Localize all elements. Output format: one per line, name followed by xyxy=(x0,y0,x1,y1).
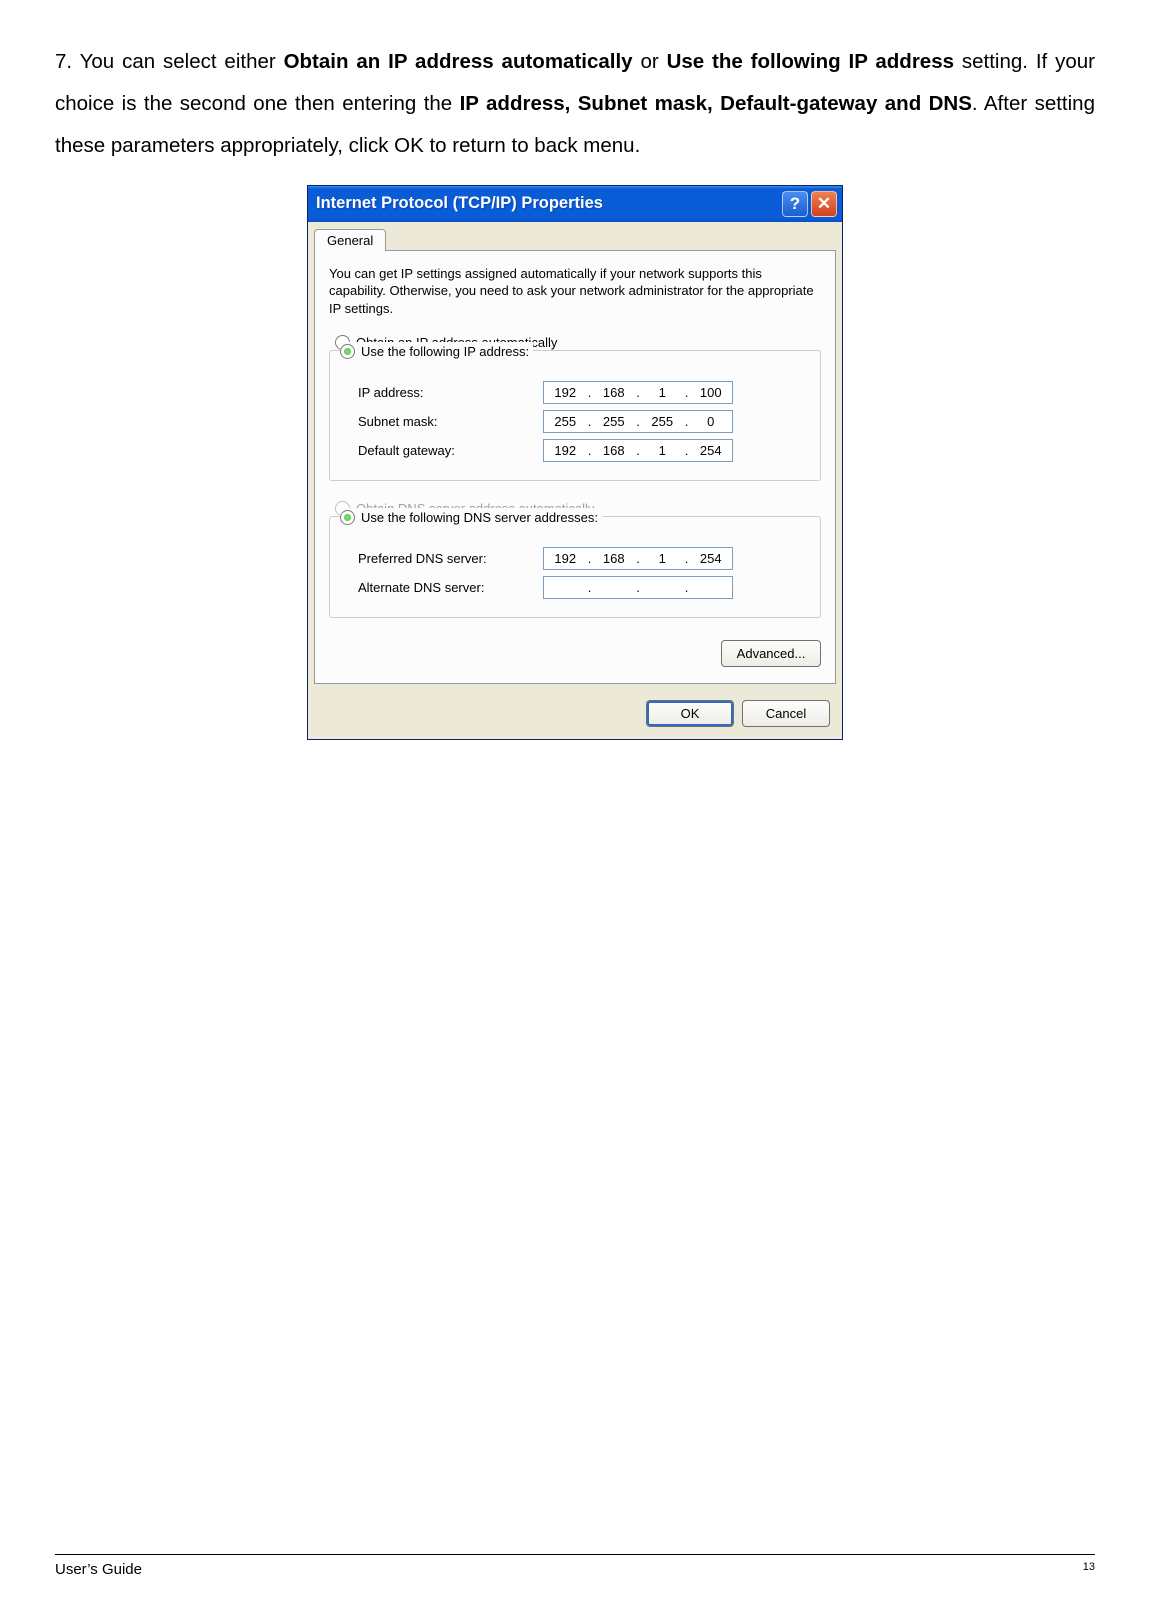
footer-left: User’s Guide xyxy=(55,1561,142,1578)
alternate-dns-row: Alternate DNS server: . . . xyxy=(358,576,810,599)
titlebar: Internet Protocol (TCP/IP) Properties ? … xyxy=(308,186,842,222)
intro-text: You can get IP settings assigned automat… xyxy=(329,265,821,318)
close-button[interactable]: ✕ xyxy=(811,191,837,217)
octet: 100 xyxy=(690,385,733,400)
radio-label: Use the following IP address: xyxy=(361,344,529,359)
default-gateway-label: Default gateway: xyxy=(358,443,543,458)
octet: 192 xyxy=(544,385,587,400)
preferred-dns-row: Preferred DNS server: 192. 168. 1. 254 xyxy=(358,547,810,570)
octet: 192 xyxy=(544,443,587,458)
tcpip-properties-dialog: Internet Protocol (TCP/IP) Properties ? … xyxy=(307,185,843,741)
bold-opt1: Obtain an IP address automatically xyxy=(284,50,633,73)
radio-icon xyxy=(340,510,355,525)
alternate-dns-field[interactable]: . . . xyxy=(543,576,733,599)
dialog-button-bar: OK Cancel xyxy=(308,690,842,739)
octet: 1 xyxy=(641,443,684,458)
octet: 255 xyxy=(641,414,684,429)
default-gateway-row: Default gateway: 192. 168. 1. 254 xyxy=(358,439,810,462)
octet: 1 xyxy=(641,551,684,566)
help-button[interactable]: ? xyxy=(782,191,808,217)
radio-use-following-ip[interactable]: Use the following IP address: xyxy=(340,342,529,361)
octet: 0 xyxy=(690,414,733,429)
bold-fields: IP address, Subnet mask, Default-gateway… xyxy=(460,92,972,115)
tab-panel-general: You can get IP settings assigned automat… xyxy=(314,250,836,685)
octet: 168 xyxy=(593,443,636,458)
octet: 192 xyxy=(544,551,587,566)
ip-address-label: IP address: xyxy=(358,385,543,400)
ip-address-field[interactable]: 192. 168. 1. 100 xyxy=(543,381,733,404)
page-footer: User’s Guide 13 xyxy=(55,1554,1095,1578)
advanced-button[interactable]: Advanced... xyxy=(721,640,821,667)
octet: 168 xyxy=(593,551,636,566)
octet: 254 xyxy=(690,443,733,458)
subnet-mask-row: Subnet mask: 255. 255. 255. 0 xyxy=(358,410,810,433)
radio-icon xyxy=(340,344,355,359)
text: 7. You can select either xyxy=(55,50,284,73)
default-gateway-field[interactable]: 192. 168. 1. 254 xyxy=(543,439,733,462)
text: or xyxy=(633,50,667,73)
radio-label: Use the following DNS server addresses: xyxy=(361,510,598,525)
ip-address-group: Use the following IP address: IP address… xyxy=(329,350,821,481)
octet: 255 xyxy=(593,414,636,429)
cancel-button[interactable]: Cancel xyxy=(742,700,830,727)
preferred-dns-field[interactable]: 192. 168. 1. 254 xyxy=(543,547,733,570)
dialog-title: Internet Protocol (TCP/IP) Properties xyxy=(316,194,779,213)
octet: 1 xyxy=(641,385,684,400)
radio-use-following-dns[interactable]: Use the following DNS server addresses: xyxy=(340,508,598,527)
tab-strip: General xyxy=(308,222,842,250)
octet: 255 xyxy=(544,414,587,429)
alternate-dns-label: Alternate DNS server: xyxy=(358,580,543,595)
ip-address-row: IP address: 192. 168. 1. 100 xyxy=(358,381,810,404)
octet: 254 xyxy=(690,551,733,566)
instruction-paragraph: 7. You can select either Obtain an IP ad… xyxy=(55,41,1095,167)
bold-opt2: Use the following IP address xyxy=(667,50,954,73)
dns-group: Use the following DNS server addresses: … xyxy=(329,516,821,618)
tab-general[interactable]: General xyxy=(314,229,386,251)
octet: 168 xyxy=(593,385,636,400)
ok-button[interactable]: OK xyxy=(646,700,734,727)
subnet-mask-field[interactable]: 255. 255. 255. 0 xyxy=(543,410,733,433)
preferred-dns-label: Preferred DNS server: xyxy=(358,551,543,566)
page-number: 13 xyxy=(1083,1561,1095,1578)
subnet-mask-label: Subnet mask: xyxy=(358,414,543,429)
